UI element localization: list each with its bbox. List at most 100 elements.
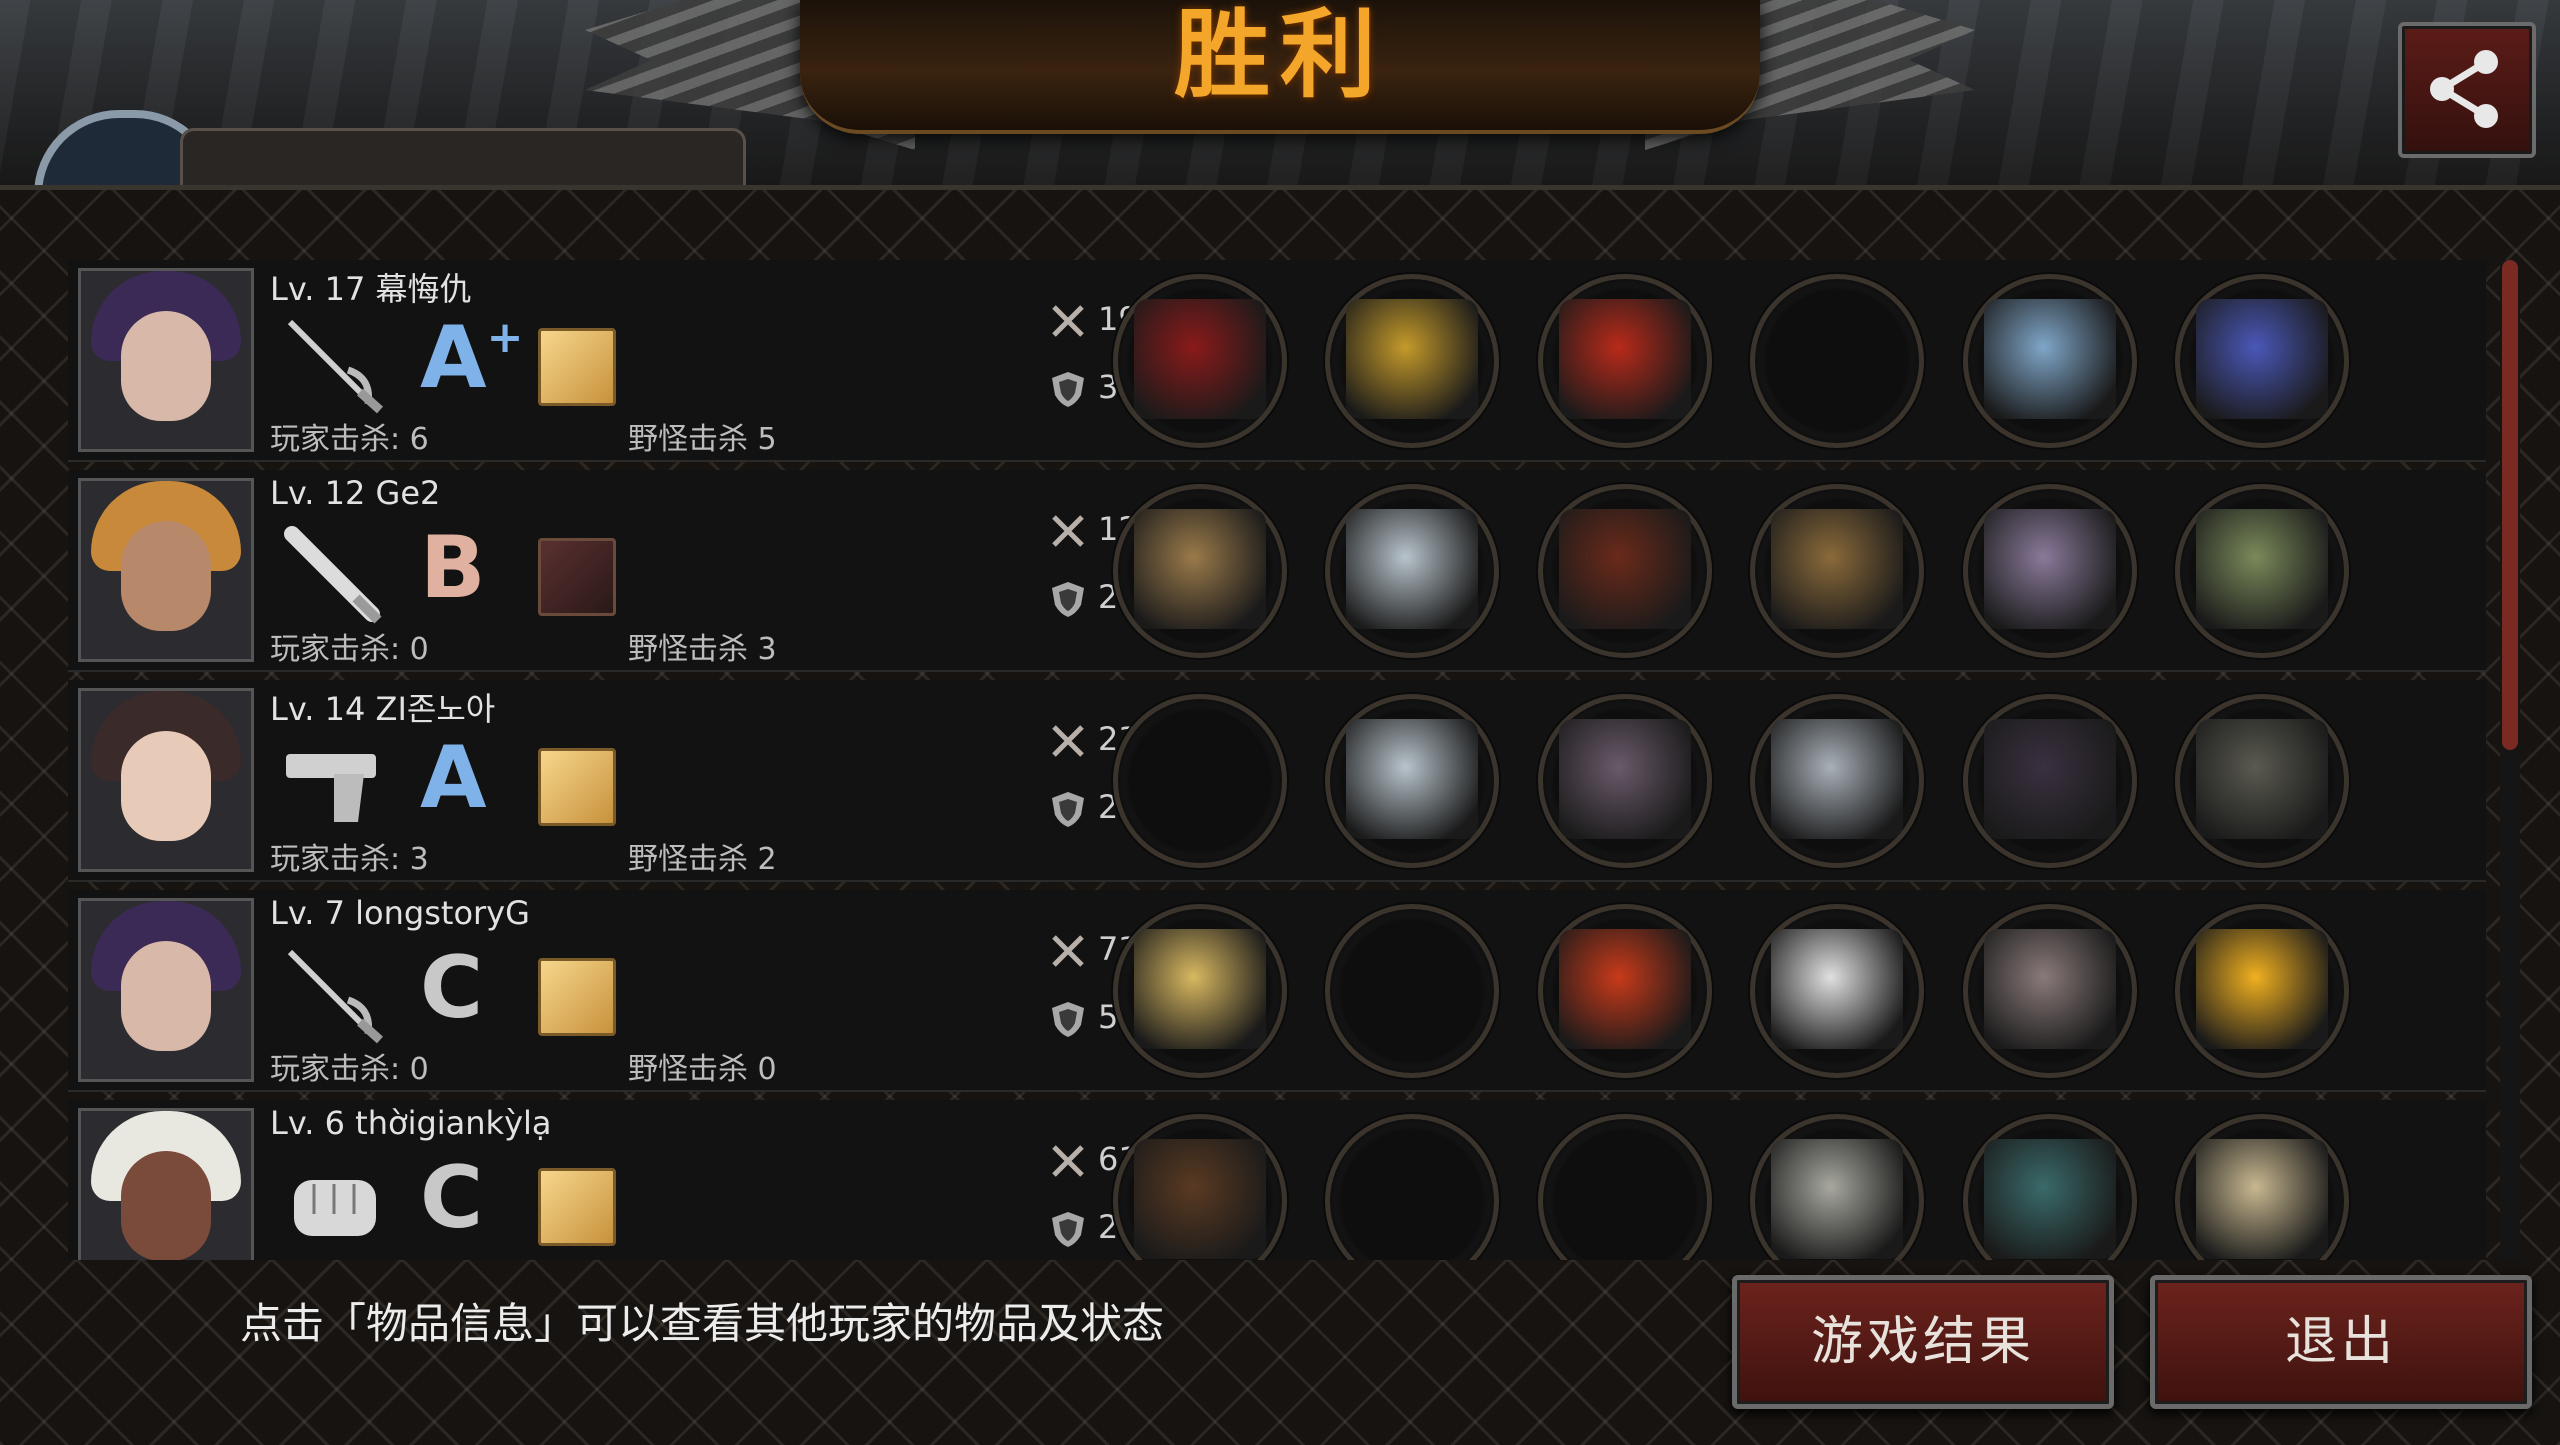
monster-kills: 野怪击杀 0 [628,1052,777,1087]
item-slot[interactable] [1325,904,1499,1078]
item-slot[interactable] [2175,904,2349,1078]
rank-plus: + [486,312,524,363]
item-slot[interactable] [1963,274,2137,448]
rank-grade: C [420,938,483,1038]
rank-grade: A [420,728,487,828]
wristbands-icon [1771,929,1903,1049]
item-slot[interactable] [1538,484,1712,658]
item-slot[interactable] [2175,694,2349,868]
fist-card-icon[interactable] [538,1168,616,1246]
item-slot[interactable] [1963,904,2137,1078]
player-level-name: Lv. 14 ZI존노아 [270,690,496,728]
item-slot[interactable] [1538,274,1712,448]
results-panel: Lv. 17 幕悔仇A+玩家击杀: 6野怪击杀 5196309Lv. 12 Ge… [0,185,2560,1445]
player-list[interactable]: Lv. 17 幕悔仇A+玩家击杀: 6野怪击杀 5196309Lv. 12 Ge… [68,260,2486,1260]
rapier-icon [280,314,390,414]
item-slot[interactable] [1325,1114,1499,1260]
swords-icon [1048,1140,1098,1178]
scrollbar-thumb[interactable] [2502,260,2518,750]
item-slot[interactable] [1538,694,1712,868]
player-portrait[interactable] [78,1108,254,1260]
item-slot[interactable] [1113,274,1287,448]
game-result-button[interactable]: 游戏结果 [1732,1275,2114,1409]
shield-icon [1048,368,1098,407]
shield-icon [1048,578,1098,617]
vine-rod-icon [1771,509,1903,629]
player-portrait[interactable] [78,688,254,872]
player-level-name: Lv. 12 Ge2 [270,474,441,512]
swords-icon [1048,300,1098,338]
item-slot[interactable] [1538,1114,1712,1260]
tactical-vest-icon [2196,719,2328,839]
item-slot[interactable] [1113,904,1287,1078]
portrait-face [121,1151,211,1260]
fist-card-icon[interactable] [538,328,616,406]
player-row[interactable]: Lv. 14 ZI존노아A玩家击杀: 3野怪击杀 223225 [68,680,2486,882]
item-slot[interactable] [1113,1114,1287,1260]
player-portrait[interactable] [78,268,254,452]
item-slot[interactable] [1963,1114,2137,1260]
exit-button[interactable]: 退出 [2150,1275,2532,1409]
shield-icon [1048,788,1098,827]
thorn-spear-icon [1134,299,1266,419]
player-portrait[interactable] [78,478,254,662]
swords-icon [1048,720,1098,758]
rank-grade: B [420,518,486,618]
player-level-name: Lv. 17 幕悔仇 [270,270,472,308]
item-slot[interactable] [1750,484,1924,658]
open-book-icon [2196,1139,2328,1259]
leather-gloves-icon [1134,1139,1266,1259]
monster-kills: 野怪击杀 2 [628,842,777,877]
player-row[interactable]: Lv. 7 longstoryGC玩家击杀: 0野怪击杀 07352 [68,890,2486,1092]
portrait-face [121,521,211,631]
player-kills: 玩家击杀: 6 [270,422,429,457]
portrait-face [121,311,211,421]
item-slot[interactable] [1963,484,2137,658]
share-button[interactable] [2398,22,2536,158]
item-slot[interactable] [1325,274,1499,448]
player-row[interactable]: Lv. 12 Ge2B玩家击杀: 0野怪击杀 3122217 [68,470,2486,672]
item-slot[interactable] [1750,904,1924,1078]
rank-letter: C [420,938,484,1038]
lily-flower-icon [2196,929,2328,1049]
quiver-icon [2196,509,2328,629]
item-slot[interactable] [1750,274,1924,448]
rank-letter: A [420,308,487,408]
player-level-name: Lv. 7 longstoryG [270,894,530,932]
red-shirt-icon [1559,929,1691,1049]
item-slot[interactable] [1113,694,1287,868]
plate-armor-icon [1559,719,1691,839]
item-slot[interactable] [1963,694,2137,868]
binoculars-card-icon[interactable] [538,538,616,616]
item-slot[interactable] [1325,694,1499,868]
item-slot[interactable] [2175,484,2349,658]
fist-card-icon[interactable] [538,748,616,826]
player-kills: 玩家击杀: 0 [270,632,429,667]
portrait-face [121,731,211,841]
item-slot[interactable] [1538,904,1712,1078]
shield-icon [1048,1208,1098,1247]
item-slot[interactable] [2175,1114,2349,1260]
item-slot[interactable] [1113,484,1287,658]
item-slot[interactable] [1750,694,1924,868]
player-row[interactable]: Lv. 17 幕悔仇A+玩家击杀: 6野怪击杀 5196309 [68,260,2486,462]
swords-icon [1048,930,1098,968]
item-slot[interactable] [1750,1114,1924,1260]
fist-card-icon[interactable] [538,958,616,1036]
swords-icon [1048,510,1098,548]
red-cape-icon [1559,299,1691,419]
scrollbar[interactable] [2500,260,2520,1260]
rank-letter: A [420,728,487,828]
item-slot[interactable] [2175,274,2349,448]
rapier-icon [280,944,390,1044]
player-portrait[interactable] [78,898,254,1082]
knight-helmet-icon [1346,509,1478,629]
player-level-name: Lv. 6 thờigiankỳlạ [270,1104,552,1142]
item-slot[interactable] [1325,484,1499,658]
rank-letter: B [420,518,486,618]
player-kills: 玩家击杀: 3 [270,842,429,877]
fist-icon [280,1154,390,1254]
player-row[interactable]: Lv. 6 thờigiankỳlạC6127 [68,1100,2486,1260]
pistol-icon [280,734,390,834]
victory-title: 胜利 [1174,0,1386,111]
